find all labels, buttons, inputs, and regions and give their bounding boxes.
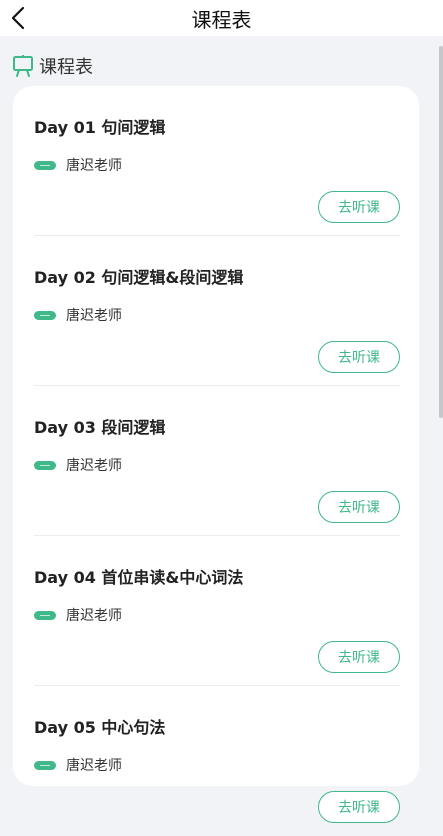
lesson-title: Day 04 首位串读&中心词法 [34,568,244,587]
section-title: 课程表 [39,57,93,78]
page-title: 课程表 [191,8,252,32]
scrollbar-thumb[interactable] [439,46,443,418]
video-badge-icon [34,460,56,470]
lesson-item: Day 02 句间逻辑&段间逻辑 唐迟老师 去听课 [34,236,400,386]
teacher-row: 唐迟老师 [34,306,122,324]
lesson-title: Day 01 句间逻辑 [34,118,166,137]
teacher-row: 唐迟老师 [34,156,122,174]
teacher-row: 唐迟老师 [34,756,122,774]
go-to-class-button[interactable]: 去听课 [318,791,400,823]
video-badge-icon [34,160,56,170]
top-nav-bar: 课程表 [0,0,443,36]
go-to-class-button[interactable]: 去听课 [318,491,400,523]
lesson-title: Day 02 句间逻辑&段间逻辑 [34,268,244,287]
video-badge-icon [34,760,56,770]
lesson-title: Day 03 段间逻辑 [34,418,166,437]
lesson-item: Day 03 段间逻辑 唐迟老师 去听课 [34,386,400,536]
lesson-item: Day 01 句间逻辑 唐迟老师 去听课 [34,86,400,236]
teacher-row: 唐迟老师 [34,606,122,624]
go-to-class-button[interactable]: 去听课 [318,341,400,373]
teacher-name: 唐迟老师 [66,458,122,474]
teacher-name: 唐迟老师 [66,608,122,624]
video-badge-icon [34,610,56,620]
teacher-name: 唐迟老师 [66,158,122,174]
teacher-name: 唐迟老师 [66,758,122,774]
lesson-title: Day 05 中心句法 [34,718,166,737]
schedule-section-header: 课程表 [12,52,93,80]
video-badge-icon [34,310,56,320]
teacher-row: 唐迟老师 [34,456,122,474]
lesson-item: Day 04 首位串读&中心词法 唐迟老师 去听课 [34,536,400,686]
lesson-item: Day 05 中心句法 唐迟老师 去听课 [34,686,400,836]
lesson-list-card: Day 01 句间逻辑 唐迟老师 去听课 Day 02 句间逻辑&段间逻辑 唐迟… [13,86,419,823]
presentation-board-icon [13,55,33,77]
go-to-class-button[interactable]: 去听课 [318,641,400,673]
teacher-name: 唐迟老师 [66,308,122,324]
go-to-class-button[interactable]: 去听课 [318,191,400,223]
